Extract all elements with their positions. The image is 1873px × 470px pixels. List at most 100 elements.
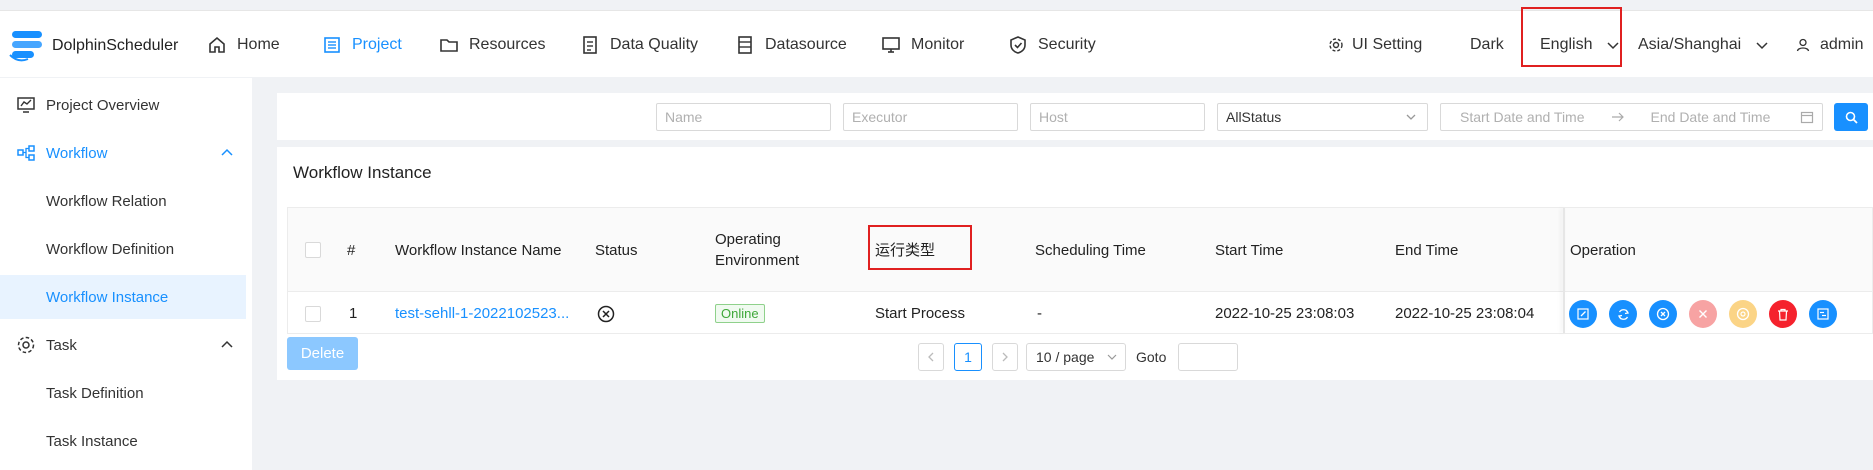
theme-toggle[interactable]: Dark — [1470, 11, 1504, 78]
col-environment-header: Operating Environment — [715, 208, 799, 292]
timezone-label: Asia/Shanghai — [1638, 35, 1742, 53]
col-operation-header: Operation — [1570, 241, 1636, 259]
nav-home-label: Home — [237, 35, 280, 53]
col-start-time-header: Start Time — [1215, 241, 1284, 259]
sidebar-item-workflow-definition[interactable]: Workflow Definition — [0, 227, 246, 271]
user-menu[interactable]: admin — [1796, 11, 1864, 78]
select-all-checkbox[interactable] — [305, 208, 321, 292]
sidebar-item-task-instance[interactable]: Task Instance — [0, 419, 246, 463]
nav-security[interactable]: Security — [1008, 11, 1096, 78]
operation-column-divider — [1563, 208, 1565, 333]
arrow-right-icon — [1611, 112, 1624, 122]
nav-data-quality-label: Data Quality — [610, 35, 699, 53]
scheduling-time-cell: - — [1037, 305, 1042, 322]
end-date-placeholder: End Date and Time — [1650, 109, 1771, 125]
col-environment-header-line2: Environment — [715, 252, 800, 269]
sidebar-label: Workflow — [46, 144, 108, 162]
executor-placeholder: Executor — [852, 109, 908, 125]
nav-project[interactable]: Project — [322, 11, 402, 78]
chevron-down-icon — [1406, 114, 1416, 120]
logo[interactable]: DolphinScheduler — [8, 29, 178, 63]
sidebar-label: Task Definition — [46, 384, 144, 402]
status-select[interactable]: AllStatus — [1217, 103, 1428, 131]
page-size-select[interactable]: 10 / page — [1026, 343, 1126, 371]
edit-button[interactable] — [1569, 300, 1597, 328]
run-type-highlight-box — [868, 225, 972, 270]
gantt-chart-icon — [1817, 308, 1829, 320]
stop-button[interactable] — [1649, 300, 1677, 328]
sidebar-item-task-definition[interactable]: Task Definition — [0, 371, 246, 415]
home-icon — [209, 36, 225, 53]
gear-icon — [17, 336, 35, 354]
nav-monitor[interactable]: Monitor — [881, 11, 964, 78]
chevron-down-icon — [1756, 41, 1768, 49]
timezone-select[interactable]: Asia/Shanghai — [1638, 11, 1769, 78]
col-end-time-header: End Time — [1395, 241, 1459, 259]
calendar-icon — [1800, 111, 1814, 124]
executor-input[interactable]: Executor — [843, 103, 1018, 131]
overview-icon — [17, 97, 35, 113]
nav-data-quality[interactable]: Data Quality — [580, 11, 698, 78]
goto-input[interactable] — [1178, 343, 1238, 371]
sidebar-item-workflow-instance[interactable]: Workflow Instance — [0, 275, 246, 319]
prev-page-button[interactable] — [918, 343, 944, 371]
table-header: # Workflow Instance Name Status Operatin… — [288, 208, 1872, 292]
search-button[interactable] — [1834, 103, 1868, 131]
checkbox-box — [305, 305, 321, 322]
page-title: Workflow Instance — [293, 163, 432, 182]
table-row: 1 test-sehll-1-2022102523... Online Star… — [288, 292, 1872, 335]
sidebar-label: Project Overview — [46, 96, 160, 114]
kill-button[interactable] — [1689, 300, 1717, 328]
ui-setting-label: UI Setting — [1352, 35, 1423, 53]
top-header: DolphinScheduler Home Project Resources … — [0, 7, 1873, 78]
database-icon — [738, 35, 752, 54]
shield-icon — [1010, 35, 1026, 54]
run-type-cell: Start Process — [875, 305, 966, 322]
host-input[interactable]: Host — [1030, 103, 1205, 131]
col-environment-header-line1: Operating — [715, 231, 781, 248]
nav-project-label: Project — [352, 35, 402, 53]
page-size-value: 10 / page — [1036, 349, 1095, 365]
rerun-button[interactable] — [1609, 300, 1637, 328]
col-name-header: Workflow Instance Name — [395, 241, 562, 259]
workflow-instance-table: # Workflow Instance Name Status Operatin… — [287, 207, 1873, 334]
user-name: admin — [1820, 35, 1864, 53]
sidebar-group-task[interactable]: Task — [0, 323, 246, 367]
row-checkbox[interactable] — [305, 292, 321, 335]
sidebar-label: Workflow Relation — [46, 192, 167, 210]
trash-icon — [1778, 308, 1788, 321]
monitor-icon — [882, 36, 900, 53]
close-icon — [1699, 310, 1707, 318]
nav-monitor-label: Monitor — [911, 35, 965, 53]
workflow-instance-card: Workflow Instance # Workflow Instance Na… — [277, 147, 1873, 380]
sidebar-group-workflow[interactable]: Workflow — [0, 131, 246, 175]
nav-datasource[interactable]: Datasource — [735, 11, 847, 78]
ui-setting-button[interactable]: UI Setting — [1328, 11, 1422, 78]
sidebar-item-workflow-relation[interactable]: Workflow Relation — [0, 179, 246, 223]
date-range-picker[interactable]: Start Date and Time End Date and Time — [1440, 103, 1823, 131]
next-page-button[interactable] — [992, 343, 1018, 371]
col-status-header: Status — [595, 241, 638, 259]
data-quality-icon — [583, 35, 597, 54]
name-input[interactable]: Name — [656, 103, 831, 131]
workflow-icon — [17, 145, 35, 161]
host-placeholder: Host — [1039, 109, 1068, 125]
sidebar-label: Workflow Instance — [46, 288, 169, 306]
workflow-instance-name-link[interactable]: test-sehll-1-2022102523... — [395, 292, 569, 335]
gantt-button[interactable] — [1809, 300, 1837, 328]
nav-resources[interactable]: Resources — [439, 11, 545, 78]
sidebar-item-project-overview[interactable]: Project Overview — [0, 83, 246, 127]
search-icon — [1845, 111, 1858, 124]
gear-icon — [1329, 37, 1343, 52]
start-date-placeholder: Start Date and Time — [1460, 109, 1585, 125]
nav-home[interactable]: Home — [207, 11, 280, 78]
language-highlight-box — [1521, 7, 1622, 67]
pause-button[interactable] — [1729, 300, 1757, 328]
page-1-button[interactable]: 1 — [954, 343, 982, 371]
delete-button[interactable]: Delete — [287, 337, 358, 370]
theme-label: Dark — [1470, 35, 1504, 53]
checkbox-box — [305, 242, 321, 258]
environment-tag: Online — [715, 304, 765, 323]
sidebar-label: Workflow Definition — [46, 240, 175, 258]
delete-row-button[interactable] — [1769, 300, 1797, 328]
